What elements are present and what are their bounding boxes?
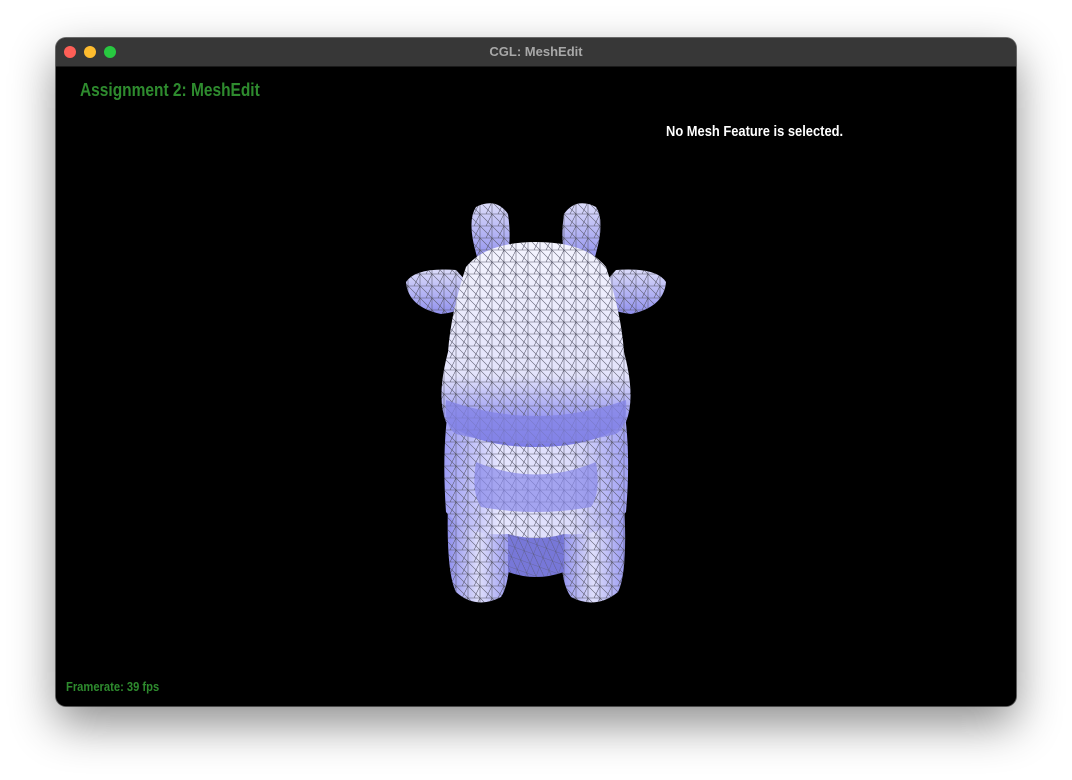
app-window: CGL: MeshEdit Assignment 2: MeshEdit No …: [56, 38, 1016, 706]
framerate-label: Framerate: 39 fps: [66, 679, 160, 694]
cow-mesh[interactable]: [396, 142, 676, 612]
cow-head: [441, 242, 631, 447]
window-title: CGL: MeshEdit: [489, 44, 583, 59]
render-viewport[interactable]: Assignment 2: MeshEdit No Mesh Feature i…: [56, 67, 1016, 706]
title-bar[interactable]: CGL: MeshEdit: [56, 38, 1016, 67]
assignment-title: Assignment 2: MeshEdit: [80, 80, 260, 100]
selection-status: No Mesh Feature is selected.: [666, 123, 844, 140]
